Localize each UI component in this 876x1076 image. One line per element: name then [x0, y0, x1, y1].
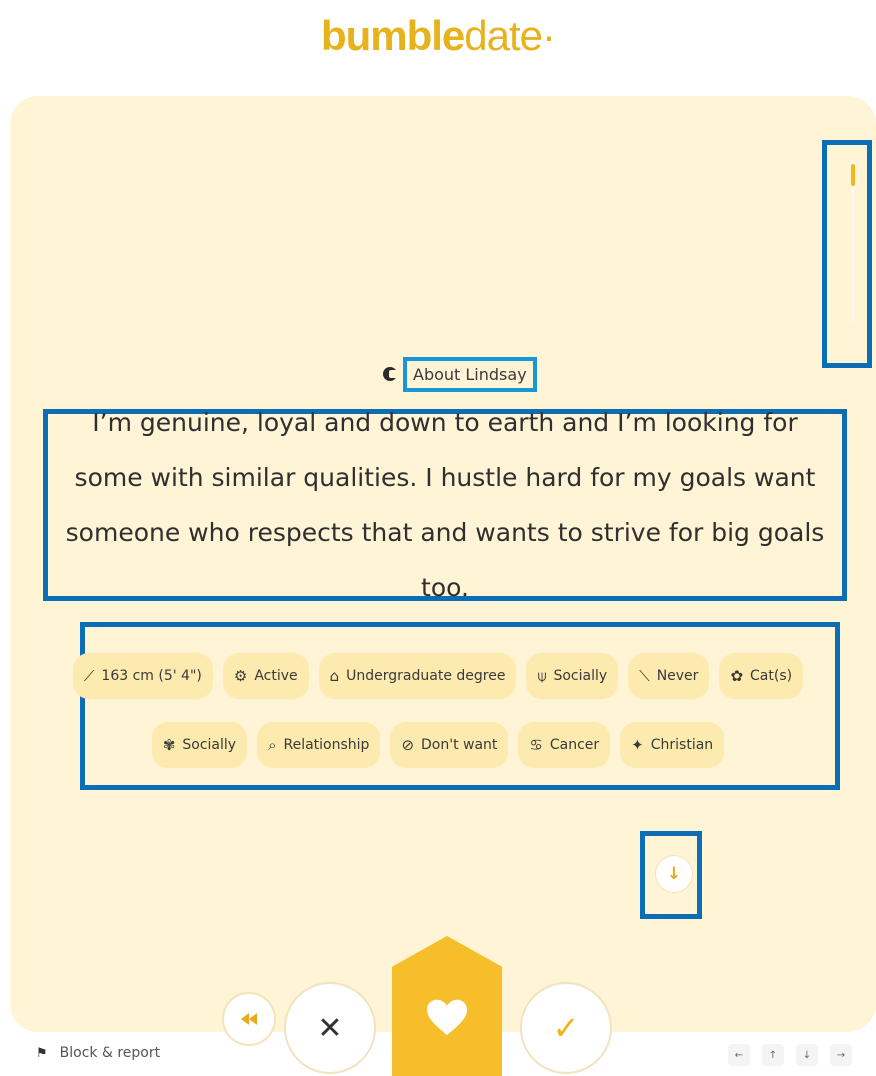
- graduation-cap-icon: ⌂: [329, 667, 340, 685]
- heart-icon: [427, 999, 467, 1036]
- zodiac-icon: ♋: [529, 736, 543, 754]
- bio-section: I’m genuine, loyal and down to earth and…: [43, 408, 847, 602]
- key-left: ←: [728, 1044, 750, 1066]
- ruler-icon: ⟋: [83, 667, 95, 685]
- superswipe-check-button[interactable]: ✓: [520, 982, 612, 1074]
- chip-looking-for: ⌕ Relationship: [257, 722, 381, 768]
- scrollbar-track[interactable]: [851, 162, 855, 322]
- chip-drinking: ⍦ Socially: [526, 653, 619, 699]
- smoking-icon: ⟍: [639, 667, 650, 685]
- about-section-header: About Lindsay: [383, 352, 537, 396]
- search-icon: ⌕: [268, 736, 277, 754]
- chip-kids: ⊘ Don't want: [390, 722, 509, 768]
- rewind-button[interactable]: [222, 992, 276, 1046]
- chip-label: Socially: [182, 737, 237, 753]
- chip-label: Cancer: [549, 737, 600, 753]
- key-down: ↓: [796, 1044, 818, 1066]
- chip-exercise: ⚙ Active: [222, 653, 309, 699]
- chip-height: ⟋ 163 cm (5' 4"): [72, 653, 213, 699]
- chip-label: Relationship: [283, 737, 370, 753]
- pet-paw-icon: ✿: [730, 667, 744, 685]
- attributes-row-2: ✾ Socially ⌕ Relationship ⊘ Don't want ♋ Can…: [0, 722, 876, 768]
- chip-smoking: ⟍ Never: [628, 653, 710, 699]
- block-report-link[interactable]: ⚑ Block & report: [36, 1045, 160, 1061]
- key-right: →: [830, 1044, 852, 1066]
- close-icon: ✕: [317, 1010, 343, 1046]
- chip-label: 163 cm (5' 4"): [101, 668, 202, 684]
- check-icon: ✓: [552, 1009, 580, 1047]
- wine-glass-icon: ⍦: [537, 667, 547, 685]
- logo-bumble: bumble: [320, 12, 465, 59]
- bio-text: I’m genuine, loyal and down to earth and…: [65, 408, 825, 602]
- scroll-down-button[interactable]: ↓: [655, 855, 693, 893]
- scrollbar-highlight: [822, 140, 872, 368]
- scrollbar-thumb[interactable]: [851, 164, 855, 186]
- chat-bubble-icon: [383, 367, 398, 381]
- chip-zodiac: ♋ Cancer: [518, 722, 611, 768]
- about-title: About Lindsay: [403, 356, 537, 392]
- logo-date: date: [464, 12, 543, 59]
- block-report-label: Block & report: [59, 1045, 161, 1061]
- chip-label: Don't want: [421, 737, 498, 753]
- chip-label: Never: [656, 668, 699, 684]
- chip-religion: ✦ Christian: [620, 722, 725, 768]
- chip-label: Socially: [553, 668, 608, 684]
- pass-button[interactable]: ✕: [284, 982, 376, 1074]
- religion-icon: ✦: [631, 736, 644, 754]
- key-up: ↑: [762, 1044, 784, 1066]
- chip-label: Active: [254, 668, 298, 684]
- children-icon: ⊘: [401, 736, 415, 754]
- chip-education: ⌂ Undergraduate degree: [318, 653, 517, 699]
- chip-label: Christian: [650, 737, 714, 753]
- chip-label: Cat(s): [750, 668, 793, 684]
- logo-dot: ·: [542, 12, 556, 59]
- attributes-row-1: ⟋ 163 cm (5' 4") ⚙ Active ⌂ Undergraduate d…: [0, 653, 876, 699]
- rewind-icon: [241, 1013, 257, 1025]
- cannabis-icon: ✾: [162, 736, 176, 754]
- dumbbell-icon: ⚙: [233, 667, 248, 685]
- keyboard-shortcuts: ← ↑ ↓ →: [728, 1044, 852, 1066]
- chip-pets: ✿ Cat(s): [719, 653, 804, 699]
- chip-label: Undergraduate degree: [346, 668, 506, 684]
- arrow-down-icon: ↓: [666, 864, 682, 884]
- chip-cannabis: ✾ Socially: [151, 722, 248, 768]
- bumble-date-logo: bumbledate·: [0, 12, 876, 60]
- flag-icon: ⚑: [36, 1045, 48, 1061]
